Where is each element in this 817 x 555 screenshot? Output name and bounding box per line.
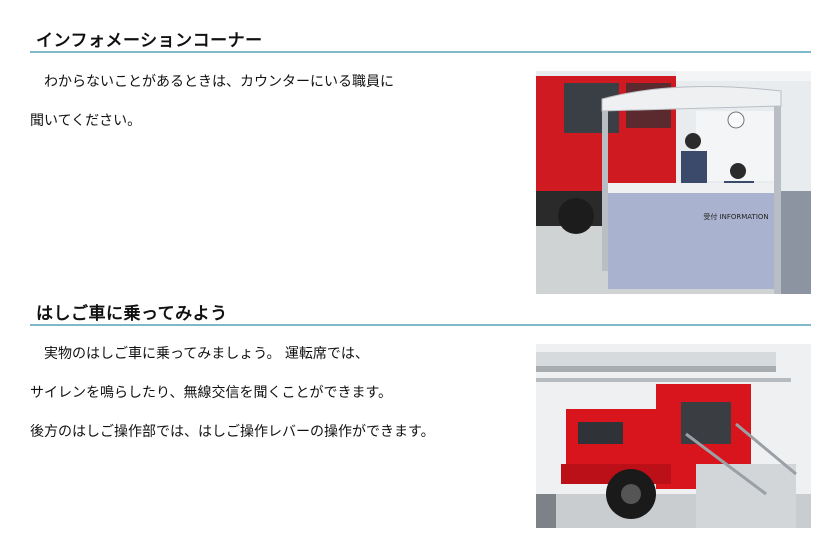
section-divider — [30, 324, 811, 326]
information-counter-photo: 受付 INFORMATION — [536, 71, 811, 294]
body-text-line: 後方のはしご操作部では、はしご操作レバーの操作ができます。 — [30, 424, 435, 440]
section-divider — [30, 51, 811, 53]
body-text-line: サイレンを鳴らしたり、無線交信を聞くことができます。 — [30, 385, 393, 401]
counter-sign: 受付 INFORMATION — [703, 212, 768, 221]
section-title: インフォメーションコーナー — [36, 31, 263, 51]
section-title: はしご車に乗ってみよう — [36, 304, 228, 324]
body-text-line: わからないことがあるときは、カウンターにいる職員に — [30, 74, 394, 90]
body-text-line: 実物のはしご車に乗ってみましょう。 運転席では、 — [30, 346, 369, 362]
body-text-line: 聞いてください。 — [30, 113, 142, 129]
ladder-truck-photo — [536, 344, 811, 528]
